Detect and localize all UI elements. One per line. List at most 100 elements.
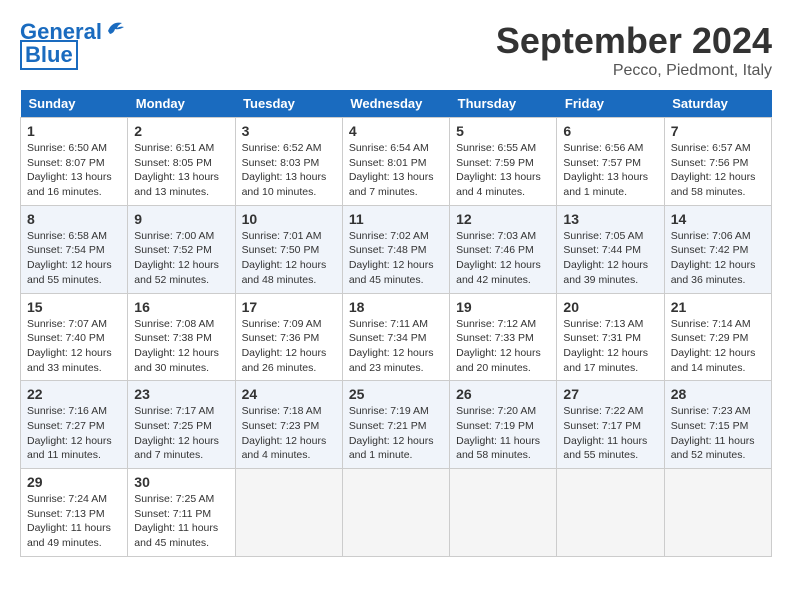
daylight-label: Daylight: 11 hoursand 58 minutes. [456,435,540,462]
daylight-label: Daylight: 11 hoursand 52 minutes. [671,435,755,462]
day-info: Sunrise: 7:03 AM Sunset: 7:46 PM Dayligh… [456,229,550,288]
daylight-label: Daylight: 12 hoursand 26 minutes. [242,347,327,374]
day-info: Sunrise: 7:12 AM Sunset: 7:33 PM Dayligh… [456,317,550,376]
day-info: Sunrise: 6:54 AM Sunset: 8:01 PM Dayligh… [349,141,443,200]
sunrise-label: Sunrise: 7:17 AM [134,405,214,417]
table-row [342,469,449,557]
sunrise-label: Sunrise: 7:00 AM [134,230,214,242]
table-row: 23 Sunrise: 7:17 AM Sunset: 7:25 PM Dayl… [128,381,235,469]
sunrise-label: Sunrise: 7:19 AM [349,405,429,417]
table-row [557,469,664,557]
day-number: 5 [456,123,550,139]
sunset-label: Sunset: 7:42 PM [671,244,749,256]
table-row: 13 Sunrise: 7:05 AM Sunset: 7:44 PM Dayl… [557,205,664,293]
sunrise-label: Sunrise: 7:11 AM [349,318,428,330]
calendar-week-row: 1 Sunrise: 6:50 AM Sunset: 8:07 PM Dayli… [21,118,772,206]
day-number: 2 [134,123,228,139]
day-info: Sunrise: 7:20 AM Sunset: 7:19 PM Dayligh… [456,404,550,463]
day-info: Sunrise: 7:19 AM Sunset: 7:21 PM Dayligh… [349,404,443,463]
day-number: 21 [671,299,765,315]
day-info: Sunrise: 6:57 AM Sunset: 7:56 PM Dayligh… [671,141,765,200]
location: Pecco, Piedmont, Italy [496,62,772,80]
sunset-label: Sunset: 7:50 PM [242,244,320,256]
table-row: 28 Sunrise: 7:23 AM Sunset: 7:15 PM Dayl… [664,381,771,469]
table-row: 3 Sunrise: 6:52 AM Sunset: 8:03 PM Dayli… [235,118,342,206]
sunset-label: Sunset: 7:23 PM [242,420,320,432]
sunrise-label: Sunrise: 7:24 AM [27,493,107,505]
page-header: General Blue September 2024 Pecco, Piedm… [20,20,772,80]
table-row: 17 Sunrise: 7:09 AM Sunset: 7:36 PM Dayl… [235,293,342,381]
day-number: 24 [242,386,336,402]
sunset-label: Sunset: 7:52 PM [134,244,212,256]
daylight-label: Daylight: 12 hoursand 20 minutes. [456,347,541,374]
sunrise-label: Sunrise: 6:57 AM [671,142,751,154]
sunset-label: Sunset: 7:38 PM [134,332,212,344]
daylight-label: Daylight: 12 hoursand 45 minutes. [349,259,434,286]
sunset-label: Sunset: 7:31 PM [563,332,641,344]
logo-bird-icon [104,17,126,39]
day-info: Sunrise: 7:18 AM Sunset: 7:23 PM Dayligh… [242,404,336,463]
daylight-label: Daylight: 12 hoursand 55 minutes. [27,259,112,286]
day-number: 26 [456,386,550,402]
day-number: 1 [27,123,121,139]
day-number: 11 [349,211,443,227]
day-info: Sunrise: 7:00 AM Sunset: 7:52 PM Dayligh… [134,229,228,288]
daylight-label: Daylight: 12 hoursand 23 minutes. [349,347,434,374]
daylight-label: Daylight: 12 hoursand 48 minutes. [242,259,327,286]
daylight-label: Daylight: 13 hoursand 16 minutes. [27,171,112,198]
table-row: 26 Sunrise: 7:20 AM Sunset: 7:19 PM Dayl… [450,381,557,469]
day-info: Sunrise: 6:58 AM Sunset: 7:54 PM Dayligh… [27,229,121,288]
table-row: 24 Sunrise: 7:18 AM Sunset: 7:23 PM Dayl… [235,381,342,469]
sunset-label: Sunset: 7:29 PM [671,332,749,344]
logo-blue: Blue [20,40,78,70]
day-info: Sunrise: 7:23 AM Sunset: 7:15 PM Dayligh… [671,404,765,463]
sunrise-label: Sunrise: 7:20 AM [456,405,536,417]
daylight-label: Daylight: 12 hoursand 1 minute. [349,435,434,462]
sunset-label: Sunset: 7:21 PM [349,420,427,432]
calendar-week-row: 15 Sunrise: 7:07 AM Sunset: 7:40 PM Dayl… [21,293,772,381]
sunrise-label: Sunrise: 6:50 AM [27,142,107,154]
sunrise-label: Sunrise: 7:08 AM [134,318,214,330]
logo: General Blue [20,20,126,70]
sunset-label: Sunset: 7:54 PM [27,244,105,256]
table-row: 27 Sunrise: 7:22 AM Sunset: 7:17 PM Dayl… [557,381,664,469]
table-row: 19 Sunrise: 7:12 AM Sunset: 7:33 PM Dayl… [450,293,557,381]
day-number: 7 [671,123,765,139]
calendar-week-row: 29 Sunrise: 7:24 AM Sunset: 7:13 PM Dayl… [21,469,772,557]
col-tuesday: Tuesday [235,90,342,118]
title-section: September 2024 Pecco, Piedmont, Italy [496,20,772,80]
daylight-label: Daylight: 13 hoursand 13 minutes. [134,171,219,198]
sunset-label: Sunset: 7:57 PM [563,157,641,169]
sunset-label: Sunset: 7:25 PM [134,420,212,432]
day-info: Sunrise: 7:14 AM Sunset: 7:29 PM Dayligh… [671,317,765,376]
sunset-label: Sunset: 7:19 PM [456,420,534,432]
daylight-label: Daylight: 12 hoursand 52 minutes. [134,259,219,286]
table-row: 14 Sunrise: 7:06 AM Sunset: 7:42 PM Dayl… [664,205,771,293]
daylight-label: Daylight: 12 hoursand 30 minutes. [134,347,219,374]
sunset-label: Sunset: 7:59 PM [456,157,534,169]
daylight-label: Daylight: 12 hoursand 4 minutes. [242,435,327,462]
day-number: 14 [671,211,765,227]
table-row: 12 Sunrise: 7:03 AM Sunset: 7:46 PM Dayl… [450,205,557,293]
table-row [664,469,771,557]
day-info: Sunrise: 7:05 AM Sunset: 7:44 PM Dayligh… [563,229,657,288]
sunset-label: Sunset: 7:48 PM [349,244,427,256]
day-info: Sunrise: 7:11 AM Sunset: 7:34 PM Dayligh… [349,317,443,376]
sunrise-label: Sunrise: 6:58 AM [27,230,107,242]
table-row: 29 Sunrise: 7:24 AM Sunset: 7:13 PM Dayl… [21,469,128,557]
table-row: 1 Sunrise: 6:50 AM Sunset: 8:07 PM Dayli… [21,118,128,206]
calendar-header-row: Sunday Monday Tuesday Wednesday Thursday… [21,90,772,118]
day-info: Sunrise: 7:06 AM Sunset: 7:42 PM Dayligh… [671,229,765,288]
sunrise-label: Sunrise: 7:23 AM [671,405,751,417]
day-info: Sunrise: 7:22 AM Sunset: 7:17 PM Dayligh… [563,404,657,463]
daylight-label: Daylight: 13 hoursand 7 minutes. [349,171,434,198]
sunrise-label: Sunrise: 7:07 AM [27,318,107,330]
daylight-label: Daylight: 12 hoursand 11 minutes. [27,435,112,462]
table-row: 20 Sunrise: 7:13 AM Sunset: 7:31 PM Dayl… [557,293,664,381]
day-info: Sunrise: 7:08 AM Sunset: 7:38 PM Dayligh… [134,317,228,376]
table-row: 25 Sunrise: 7:19 AM Sunset: 7:21 PM Dayl… [342,381,449,469]
sunrise-label: Sunrise: 7:01 AM [242,230,322,242]
day-number: 12 [456,211,550,227]
day-number: 23 [134,386,228,402]
sunset-label: Sunset: 8:07 PM [27,157,105,169]
